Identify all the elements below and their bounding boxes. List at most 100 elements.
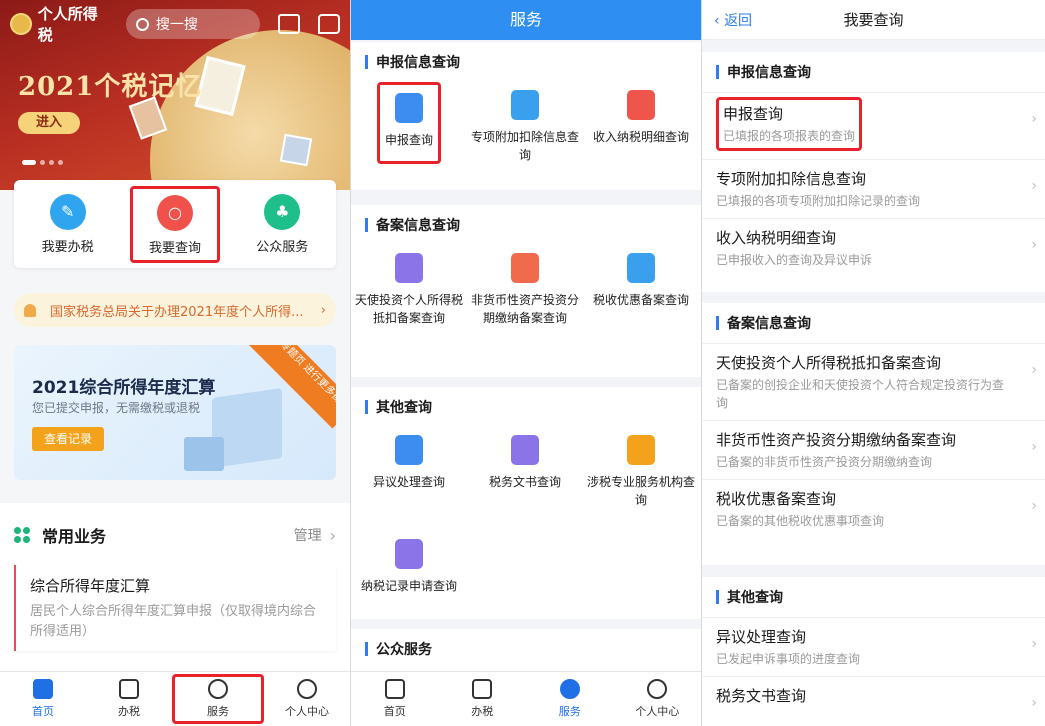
chevron-right-icon: › — [329, 525, 336, 545]
manage-link[interactable]: 管理 — [294, 525, 322, 545]
chevron-right-icon: › — [320, 302, 326, 318]
nav-objection-query[interactable]: 异议处理查询 — [351, 427, 467, 531]
quick-action-public[interactable]: ♣ 公众服务 — [237, 193, 327, 255]
list-item[interactable]: 天使投资个人所得税抵扣备案查询 已备案的创投企业和天使投资个人符合规定投资行为查… — [702, 343, 1045, 420]
chat-document-icon — [395, 435, 423, 465]
common-business: 常用业务 管理 › 综合所得年度汇算 居民个人综合所得年度汇算申报（仅取得境内综… — [0, 503, 350, 673]
nav-agency-query[interactable]: 涉税专业服务机构查询 — [583, 427, 699, 531]
heart-icon — [208, 679, 228, 699]
scan-icon[interactable] — [278, 14, 301, 34]
nav-income-detail-query[interactable]: 收入纳税明细查询 — [583, 82, 699, 164]
nav-label: 收入纳税明细查询 — [592, 130, 689, 144]
row-title: 专项附加扣除信息查询 — [716, 170, 867, 188]
section-title: 备案信息查询 — [376, 218, 460, 234]
pen-icon: ✎ — [49, 193, 86, 230]
home-screen: 个人所得税 搜一搜 2021个税记忆 进入 ✎ 我要办税 ○ 我要查询 ♣ 公众… — [0, 0, 350, 726]
row-title: 异议处理查询 — [716, 628, 807, 646]
tab-tax[interactable]: 办税 — [439, 672, 527, 726]
chevron-right-icon: › — [1031, 178, 1037, 194]
section-title: 备案信息查询 — [727, 316, 811, 332]
nav-label: 纳税记录申请查询 — [360, 579, 457, 593]
heart-icon — [559, 679, 580, 699]
yuan-book-icon — [511, 435, 539, 465]
tab-service[interactable]: 服务 — [526, 672, 614, 726]
nav-declare-query[interactable]: 申报查询 — [377, 82, 441, 164]
nav-label: 涉税专业服务机构查询 — [586, 475, 695, 507]
nav-non-monetary-query[interactable]: 非货币性资产投资分期缴纳备案查询 — [467, 245, 583, 327]
nav-header: ‹ 返回 我要查询 — [702, 0, 1045, 40]
nav-special-deduction-query[interactable]: 专项附加扣除信息查询 — [467, 82, 583, 164]
message-icon[interactable] — [318, 14, 340, 34]
tab-me[interactable]: 个人中心 — [614, 672, 702, 726]
bell-icon — [24, 303, 36, 317]
nav-label: 专项附加扣除信息查询 — [470, 130, 579, 162]
list-item[interactable]: 综合所得年度汇算 居民个人综合所得年度汇算申报（仅取得境内综合所得适用） — [14, 565, 336, 651]
quick-action-tax[interactable]: ✎ 我要办税 — [23, 193, 113, 255]
row-title: 非货币性资产投资分期缴纳备案查询 — [716, 431, 957, 449]
tab-service[interactable]: 服务 — [172, 674, 264, 724]
annual-card-title: 2021综合所得年度汇算 — [32, 378, 216, 398]
row-title: 申报查询 — [723, 105, 784, 123]
tab-label: 办税 — [118, 705, 140, 718]
section-title: 申报信息查询 — [376, 55, 460, 71]
document-search-icon — [627, 253, 655, 283]
nav-angel-investment-query[interactable]: 天使投资个人所得税抵扣备案查询 — [351, 245, 467, 327]
chevron-right-icon: › — [1031, 498, 1037, 514]
quick-action-query[interactable]: ○ 我要查询 — [129, 185, 220, 263]
tab-home[interactable]: 首页 — [0, 672, 86, 726]
section-filing: 备案信息查询 天使投资个人所得税抵扣备案查询 非货币性资产投资分期缴纳备案查询 … — [351, 205, 701, 377]
list-item[interactable]: 异议处理查询 已发起申诉事项的进度查询 › — [702, 617, 1045, 676]
row-desc: 已申报收入的查询及异议申诉 — [716, 253, 873, 267]
list-item[interactable]: 税务文书查询 › — [702, 676, 1045, 714]
tab-label: 首页 — [32, 705, 54, 718]
carousel-dots — [22, 160, 63, 165]
person-icon — [297, 679, 317, 699]
list-item[interactable]: 税收优惠备案查询 已备案的其他税收优惠事项查询 › — [702, 479, 1045, 538]
row-title: 税务文书查询 — [716, 687, 807, 705]
section-title: 申报信息查询 — [727, 65, 811, 81]
list-item[interactable]: 申报查询 已填报的各项报表的查询 › — [702, 92, 1045, 159]
row-title: 收入纳税明细查询 — [716, 229, 837, 247]
nav-label: 天使投资个人所得税抵扣备案查询 — [354, 293, 463, 325]
quick-action-label: 公众服务 — [256, 239, 309, 255]
chart-search-icon — [511, 253, 539, 283]
tab-bar: 首页 办税 服务 个人中心 — [351, 671, 701, 726]
page-title: 服务 — [351, 0, 701, 40]
tab-me[interactable]: 个人中心 — [264, 672, 350, 726]
section-other: 其他查询 异议处理查询 税务文书查询 涉税专业服务机构查询 纳税记录申请查询 — [351, 387, 701, 619]
app-title: 个人所得税 — [37, 5, 98, 44]
section-declare: 申报信息查询 申报查询 专项附加扣除信息查询 收入纳税明细查询 — [351, 42, 701, 190]
nav-tax-record-query[interactable]: 纳税记录申请查询 — [351, 531, 467, 595]
list-item[interactable]: 非货币性资产投资分期缴纳备案查询 已备案的非货币性资产投资分期缴纳查询 › — [702, 420, 1045, 479]
search-input[interactable]: 搜一搜 — [125, 9, 261, 39]
list-item[interactable]: 收入纳税明细查询 已申报收入的查询及异议申诉 › — [702, 218, 1045, 277]
section-declare: 申报信息查询 申报查询 已填报的各项报表的查询 › 专项附加扣除信息查询 已填报… — [702, 52, 1045, 292]
tab-tax[interactable]: 办税 — [86, 672, 172, 726]
tab-home[interactable]: 首页 — [351, 672, 439, 726]
view-record-button[interactable]: 查看记录 — [32, 427, 104, 451]
service-screen: 服务 申报信息查询 申报查询 专项附加扣除信息查询 收入纳税明细查询 备案信息查… — [351, 0, 701, 726]
yuan-search-icon — [395, 539, 423, 569]
row-title: 天使投资个人所得税抵扣备案查询 — [716, 354, 942, 372]
nav-tax-preference-query[interactable]: 税收优惠备案查询 — [583, 245, 699, 327]
section-other: 其他查询 异议处理查询 已发起申诉事项的进度查询 › 税务文书查询 › — [702, 577, 1045, 726]
person-icon — [647, 679, 668, 699]
nav-tax-document-query[interactable]: 税务文书查询 — [467, 427, 583, 531]
nav-label: 税务文书查询 — [488, 475, 561, 489]
row-desc: 已备案的创投企业和天使投资个人符合规定投资行为查询 — [716, 378, 1005, 410]
annual-settlement-card[interactable]: 2021综合所得年度汇算 您已提交申报，无需缴税或退税 查看记录 进入专题页 进… — [14, 345, 336, 480]
enter-button[interactable]: 进入 — [18, 112, 80, 134]
nav-label: 非货币性资产投资分期缴纳备案查询 — [470, 293, 579, 325]
document-icon — [395, 93, 423, 123]
notice-bar[interactable]: 国家税务总局关于办理2021年度个人所得... › — [14, 293, 336, 327]
tab-label: 服务 — [558, 705, 581, 718]
query-screen: ‹ 返回 我要查询 申报信息查询 申报查询 已填报的各项报表的查询 › 专项附加… — [702, 0, 1045, 726]
promo-title: 2021个税记忆 — [18, 72, 203, 102]
nav-label: 申报查询 — [384, 133, 433, 147]
common-title: 常用业务 — [42, 527, 107, 546]
list-item[interactable]: 专项附加扣除信息查询 已填报的各项专项附加扣除记录的查询 › — [702, 159, 1045, 218]
section-public: 公众服务 — [351, 629, 701, 673]
chevron-right-icon: › — [1031, 237, 1037, 253]
row-desc: 已备案的其他税收优惠事项查询 — [716, 514, 885, 528]
back-button[interactable]: ‹ 返回 — [702, 10, 792, 30]
